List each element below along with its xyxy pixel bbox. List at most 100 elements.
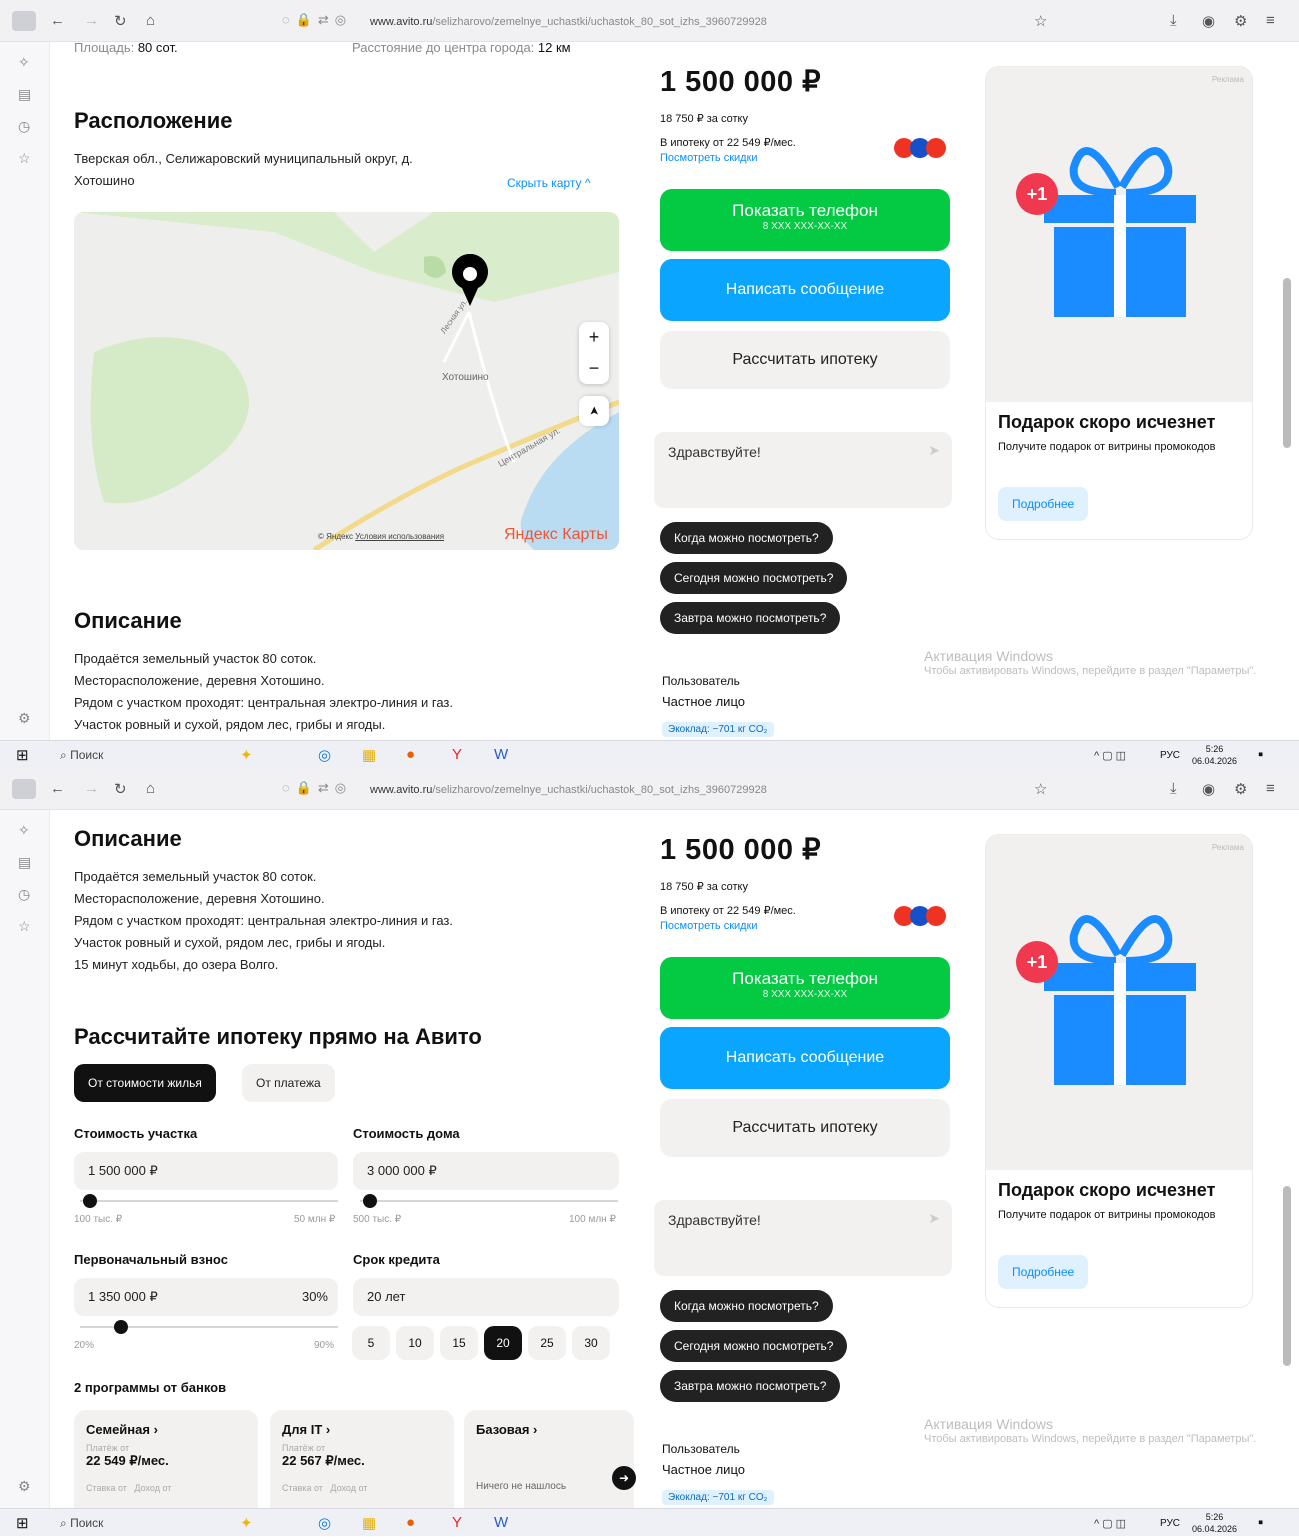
bookmark-star-icon[interactable]: ☆	[1034, 780, 1047, 798]
explorer-icon[interactable]: ▦	[362, 746, 376, 764]
account-icon[interactable]: ◉	[1202, 12, 1215, 30]
assistant-icon[interactable]: ✧	[18, 822, 30, 839]
scrollbar[interactable]	[1281, 48, 1293, 738]
term-option[interactable]: 10	[396, 1326, 434, 1360]
taskbar-search[interactable]: ⌕ Поиск	[60, 748, 103, 763]
term-option[interactable]: 25	[528, 1326, 566, 1360]
notifications-icon[interactable]: ▪	[1258, 746, 1263, 763]
address-bar[interactable]: www.avito.ru/selizharovo/zemelnye_uchast…	[280, 10, 1060, 34]
tray-icons[interactable]: ^ ▢ ◫	[1094, 1517, 1126, 1530]
calc-mortgage-button[interactable]: Рассчитать ипотеку	[660, 331, 950, 389]
taskbar-search[interactable]: ⌕ Поиск	[60, 1516, 103, 1531]
language-indicator[interactable]: РУС	[1160, 1518, 1180, 1529]
copilot-icon[interactable]: ✦	[240, 1514, 253, 1532]
loan-term-input[interactable]: 20 лет	[353, 1278, 619, 1316]
quick-reply-chip[interactable]: Когда можно посмотреть?	[660, 522, 833, 554]
firefox-icon[interactable]: ●	[406, 746, 415, 763]
down-payment-slider-handle[interactable]	[114, 1320, 129, 1334]
firefox-icon[interactable]: ●	[406, 1514, 415, 1531]
windows-start-icon[interactable]: ⊞	[16, 1514, 29, 1532]
zoom-out-button[interactable]: −	[579, 353, 609, 384]
extensions-icon[interactable]: ⚙	[1234, 780, 1247, 798]
quick-reply-chip[interactable]: Сегодня можно посмотреть?	[660, 1330, 848, 1362]
write-message-button[interactable]: Написать сообщение	[660, 259, 950, 321]
assistant-icon[interactable]: ✧	[18, 54, 30, 71]
term-option[interactable]: 30	[572, 1326, 610, 1360]
extensions-icon[interactable]: ⚙	[1234, 12, 1247, 30]
term-option[interactable]: 5	[352, 1326, 390, 1360]
program-card-basic[interactable]: Базовая › Ничего не нашлось	[464, 1410, 634, 1508]
settings-icon[interactable]: ⚙	[18, 1478, 31, 1495]
hide-map-link[interactable]: Скрыть карту ^	[507, 176, 591, 190]
back-icon[interactable]: ←	[50, 780, 65, 797]
forward-icon[interactable]: →	[84, 780, 99, 797]
term-option[interactable]: 15	[440, 1326, 478, 1360]
download-icon[interactable]: ⤓	[1170, 12, 1177, 29]
seller-role[interactable]: Пользователь	[662, 1442, 740, 1456]
home-icon[interactable]: ⌂	[146, 780, 155, 797]
quick-reply-chip[interactable]: Завтра можно посмотреть?	[660, 1370, 841, 1402]
forward-icon[interactable]: →	[84, 12, 99, 29]
message-input[interactable]: Здравствуйте! ➤	[654, 432, 952, 508]
quick-reply-chip[interactable]: Сегодня можно посмотреть?	[660, 562, 848, 594]
word-icon[interactable]: W	[494, 1514, 508, 1531]
plot-price-input[interactable]: 1 500 000 ₽	[74, 1152, 338, 1190]
house-price-input[interactable]: 3 000 000 ₽	[353, 1152, 619, 1190]
send-icon[interactable]: ➤	[928, 1210, 940, 1227]
map-terms-link[interactable]: Условия использования	[355, 532, 444, 541]
program-card-family[interactable]: Семейная › Платёж от 22 549 ₽/мес. Ставк…	[74, 1410, 258, 1508]
copilot-icon[interactable]: ✦	[240, 746, 253, 764]
tab-by-price[interactable]: От стоимости жилья	[74, 1064, 216, 1102]
word-icon[interactable]: W	[494, 746, 508, 763]
quick-reply-chip[interactable]: Когда можно посмотреть?	[660, 1290, 833, 1322]
download-icon[interactable]: ⤓	[1170, 780, 1177, 797]
programs-next-icon[interactable]: ➜	[612, 1466, 636, 1490]
tabs-icon[interactable]: ▤	[18, 86, 31, 103]
zoom-in-button[interactable]: +	[579, 322, 609, 353]
back-icon[interactable]: ←	[50, 12, 65, 29]
show-phone-button[interactable]: Показать телефон 8 XXX XXX-XX-XX	[660, 957, 950, 1019]
edge-icon[interactable]: ◎	[318, 746, 331, 764]
send-icon[interactable]: ➤	[928, 442, 940, 459]
down-payment-input[interactable]: 1 350 000 ₽ 30%	[74, 1278, 338, 1316]
seller-role[interactable]: Пользователь	[662, 674, 740, 688]
quick-reply-chip[interactable]: Завтра можно посмотреть?	[660, 602, 841, 634]
plot-price-slider-handle[interactable]	[83, 1194, 98, 1208]
offers-link[interactable]: Посмотреть скидки	[660, 920, 758, 932]
notifications-icon[interactable]: ▪	[1258, 1514, 1263, 1531]
history-icon[interactable]: ◷	[18, 886, 30, 903]
bookmark-star-icon[interactable]: ☆	[1034, 12, 1047, 30]
house-price-slider-handle[interactable]	[362, 1194, 377, 1208]
favorites-icon[interactable]: ☆	[18, 918, 31, 935]
yandex-icon[interactable]: Y	[452, 746, 462, 763]
message-input[interactable]: Здравствуйте! ➤	[654, 1200, 952, 1276]
menu-icon[interactable]: ≡	[1266, 780, 1275, 797]
settings-icon[interactable]: ⚙	[18, 710, 31, 727]
clock[interactable]: 5:26 06.04.2026	[1192, 1511, 1237, 1535]
write-message-button[interactable]: Написать сообщение	[660, 1027, 950, 1089]
edge-icon[interactable]: ◎	[318, 1514, 331, 1532]
gift-ad[interactable]: Реклама +1 Подарок скоро исчезнет Получи…	[985, 834, 1253, 1308]
reload-icon[interactable]: ↻	[114, 780, 127, 798]
show-phone-button[interactable]: Показать телефон 8 XXX XXX-XX-XX	[660, 189, 950, 251]
scrollbar[interactable]	[1281, 816, 1293, 1506]
sidebar-toggle-icon[interactable]	[12, 779, 36, 799]
geolocate-icon[interactable]: ➤	[579, 396, 609, 426]
explorer-icon[interactable]: ▦	[362, 1514, 376, 1532]
plot-price-slider[interactable]	[80, 1200, 338, 1202]
tray-icons[interactable]: ^ ▢ ◫	[1094, 749, 1126, 762]
yandex-icon[interactable]: Y	[452, 1514, 462, 1531]
tab-by-payment[interactable]: От платежа	[242, 1064, 335, 1102]
language-indicator[interactable]: РУС	[1160, 750, 1180, 761]
map[interactable]: Хотошино Центральная ул. Лесная ул. + − …	[74, 212, 619, 550]
home-icon[interactable]: ⌂	[146, 12, 155, 29]
map-pin-icon[interactable]	[450, 253, 490, 308]
sidebar-toggle-icon[interactable]	[12, 11, 36, 31]
yandex-maps-logo[interactable]: Яндекс Карты	[504, 526, 608, 544]
house-price-slider[interactable]	[360, 1200, 618, 1202]
clock[interactable]: 5:26 06.04.2026	[1192, 743, 1237, 767]
calc-mortgage-button[interactable]: Рассчитать ипотеку	[660, 1099, 950, 1157]
tabs-icon[interactable]: ▤	[18, 854, 31, 871]
gift-ad[interactable]: Реклама +1 Подарок скоро исчезнет Получи…	[985, 66, 1253, 540]
favorites-icon[interactable]: ☆	[18, 150, 31, 167]
